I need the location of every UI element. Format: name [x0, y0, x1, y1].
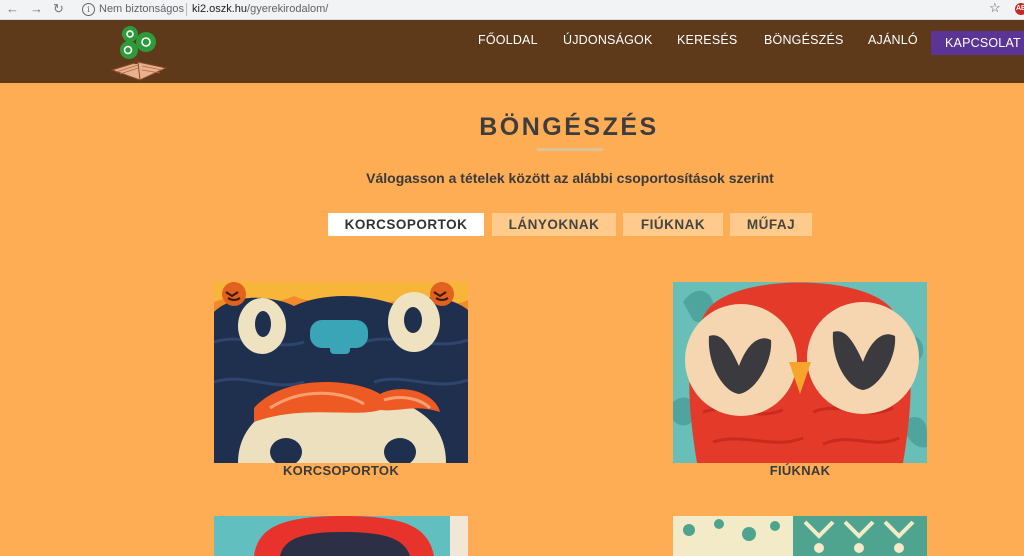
nav-item-kereses[interactable]: KERESÉS	[677, 33, 737, 47]
site-logo[interactable]	[108, 22, 170, 82]
card-label-korcsoportok[interactable]: KORCSOPORTOK	[214, 463, 468, 478]
back-icon[interactable]: ←	[6, 1, 19, 16]
lanyoknak-illustration	[214, 516, 468, 556]
extension-adblock-icon[interactable]: AB	[1015, 3, 1024, 15]
nav-item-ujdonsagok[interactable]: ÚJDONSÁGOK	[563, 33, 653, 47]
tab-mufaj[interactable]: MŰFAJ	[730, 213, 812, 236]
fiuknak-illustration	[673, 282, 927, 463]
security-label: Nem biztonságos	[99, 3, 184, 15]
url-path: /gyerekirodalom/	[247, 3, 329, 15]
nav-item-fooldal[interactable]: FŐOLDAL	[478, 33, 538, 47]
site-header: FŐOLDAL ÚJDONSÁGOK KERESÉS BÖNGÉSZÉS AJÁ…	[0, 20, 1024, 83]
category-card-fiuknak[interactable]	[673, 282, 927, 463]
page-subtitle: Válogasson a tételek között az alábbi cs…	[366, 170, 774, 186]
divider	[186, 3, 187, 16]
address-bar[interactable]: i Nem biztonságos ki2.oszk.hu/gyerekirod…	[76, 0, 966, 19]
reload-icon[interactable]: ↻	[53, 1, 64, 17]
mufaj-illustration	[673, 516, 927, 556]
forward-icon[interactable]: →	[30, 1, 43, 16]
category-card-korcsoportok[interactable]	[214, 282, 468, 463]
title-underline	[537, 148, 603, 151]
category-card-lanyoknak[interactable]	[214, 516, 468, 556]
browser-toolbar: ← → ↻ i Nem biztonságos ki2.oszk.hu/gyer…	[0, 0, 1024, 20]
nav-item-ajanlo[interactable]: AJÁNLÓ	[868, 33, 918, 47]
nav-item-kapcsolat[interactable]: KAPCSOLAT	[931, 31, 1024, 55]
tab-korcsoportok[interactable]: KORCSOPORTOK	[328, 213, 484, 236]
url-text[interactable]: ki2.oszk.hu/gyerekirodalom/	[192, 0, 328, 19]
tab-lanyoknak[interactable]: LÁNYOKNAK	[492, 213, 616, 236]
card-label-fiuknak[interactable]: FIÚKNAK	[673, 463, 927, 478]
category-card-mufaj[interactable]	[673, 516, 927, 556]
page-title: BÖNGÉSZÉS	[479, 113, 659, 141]
korcsoportok-illustration	[214, 282, 468, 463]
info-icon[interactable]: i	[82, 3, 95, 16]
tab-fiuknak[interactable]: FIÚKNAK	[623, 213, 723, 236]
url-host: ki2.oszk.hu	[192, 3, 248, 15]
nav-item-bongeszes[interactable]: BÖNGÉSZÉS	[764, 33, 844, 47]
bookmark-star-icon[interactable]: ☆	[989, 0, 1001, 16]
